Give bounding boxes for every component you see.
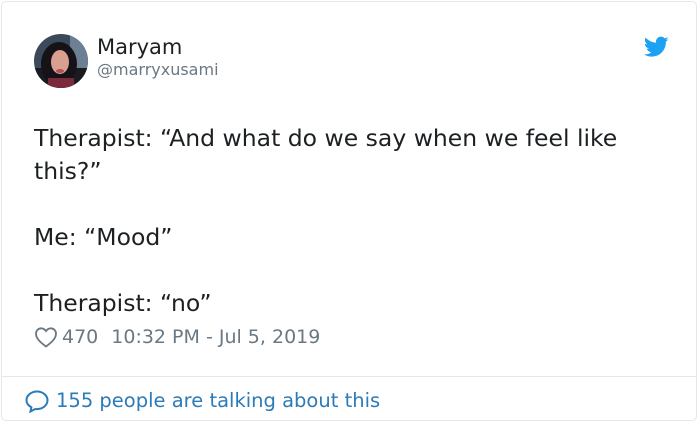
timestamp[interactable]: 10:32 PM - Jul 5, 2019: [111, 324, 320, 350]
user-handle[interactable]: @marryxusami: [97, 60, 219, 80]
tweet-text: Therapist: “And what do we say when we f…: [34, 122, 654, 320]
tweet-card: Maryam @marryxusami Therapist: “And what…: [1, 1, 697, 421]
talking-link[interactable]: 155 people are talking about this: [24, 388, 380, 414]
avatar-image: [34, 34, 88, 88]
speech-bubble-icon: [25, 390, 49, 413]
display-name[interactable]: Maryam: [97, 34, 182, 60]
avatar[interactable]: [34, 34, 88, 88]
tweet-meta: 470 10:32 PM - Jul 5, 2019: [34, 324, 320, 350]
heart-icon[interactable]: [34, 326, 58, 348]
tweet-line: Therapist: “And what do we say when we f…: [34, 124, 618, 185]
like-count[interactable]: 470: [62, 324, 98, 350]
divider: [2, 376, 696, 377]
talking-label[interactable]: 155 people are talking about this: [56, 388, 380, 414]
tweet-line: Me: “Mood”: [34, 223, 173, 251]
twitter-bird-icon[interactable]: [644, 36, 669, 58]
tweet-line: Therapist: “no”: [34, 289, 212, 317]
